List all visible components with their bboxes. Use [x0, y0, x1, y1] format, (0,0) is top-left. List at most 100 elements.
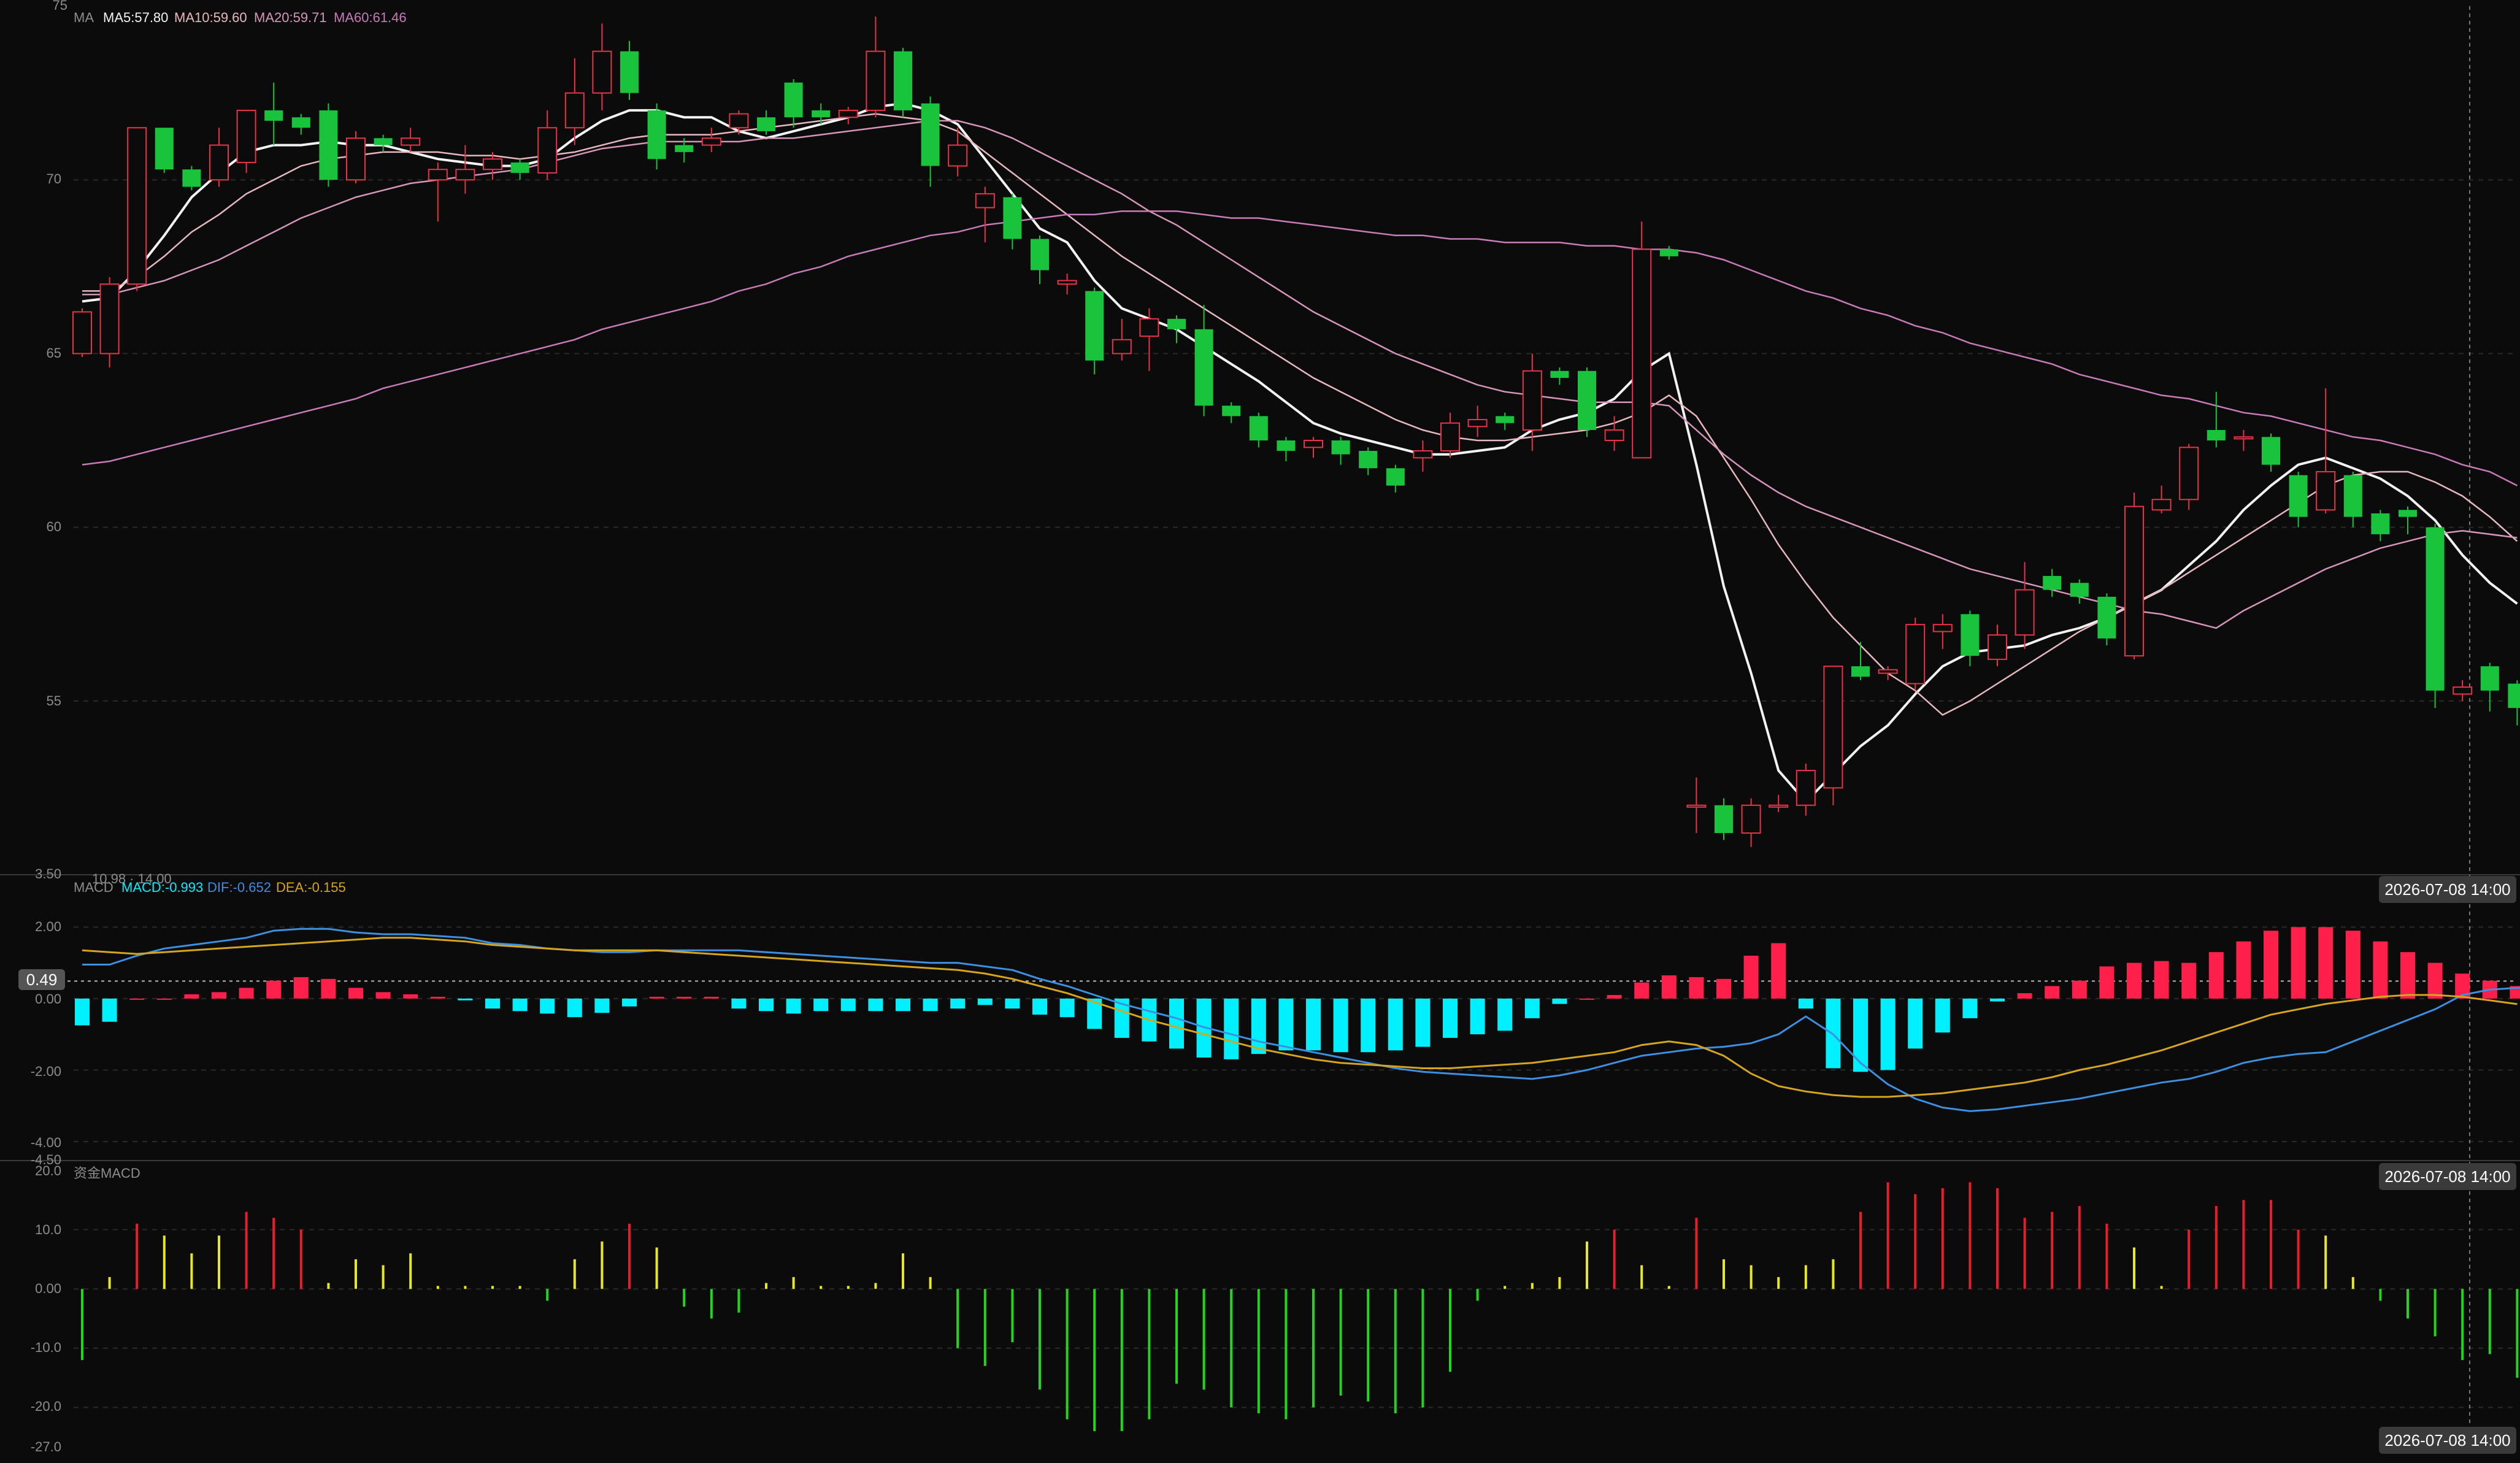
macd-bar [458, 998, 473, 1000]
candle-body [2179, 447, 2199, 501]
macd-y-tick: 3.50 [35, 866, 61, 881]
candle-body [1249, 416, 1268, 440]
candle [1632, 221, 1652, 459]
macd-bar [1908, 998, 1923, 1049]
candle-body [1440, 422, 1460, 451]
macd-bar [2154, 961, 2169, 999]
macd-bar [2208, 952, 2224, 999]
candle [319, 103, 338, 187]
candle-body [155, 128, 174, 170]
candle-body [236, 109, 256, 163]
main-y-tick: 55 [47, 693, 61, 708]
macd-bar [1251, 998, 1266, 1054]
macd-bar [759, 998, 774, 1012]
macd-bar [1716, 978, 1731, 999]
candle-body [1085, 291, 1104, 361]
candle-body [975, 193, 995, 209]
candle [2124, 492, 2144, 659]
candle-body [401, 137, 421, 146]
timestamp-pill-text: 2026-07-08 14:00 [2384, 1167, 2510, 1186]
macd-bar [1880, 998, 1896, 1070]
macd-bar [156, 998, 172, 1000]
candle-body [72, 311, 92, 355]
macd-bar [540, 998, 555, 1014]
macd-bar [677, 996, 692, 999]
reference-value-pill: 0.49 [18, 969, 65, 990]
candle-body [1386, 468, 1405, 486]
macd-bar [2345, 931, 2361, 999]
candle-body [2097, 596, 2116, 639]
candle-body [2399, 510, 2417, 517]
candle-body [1304, 440, 1323, 448]
candle-body [428, 169, 448, 181]
macd-bar [1935, 998, 1950, 1033]
candle-body [620, 51, 639, 93]
macd-bar [1333, 998, 1348, 1053]
macd-bar [1962, 998, 1978, 1018]
macd-bar [649, 996, 664, 999]
candle-body [866, 50, 886, 111]
macd-bar [1798, 998, 1813, 1009]
macd-bar [403, 994, 418, 999]
macd-bar [266, 980, 282, 999]
candle-body [2426, 527, 2445, 691]
candle [99, 277, 120, 368]
candle-body [2289, 475, 2308, 517]
candle-body [1496, 416, 1515, 423]
macd-y-tick: 0.00 [35, 991, 61, 1007]
macd-bar [1415, 998, 1431, 1047]
fund-y-tick: -27.0 [31, 1439, 61, 1454]
macd-bar [485, 998, 500, 1009]
macd-bar [1224, 998, 1239, 1059]
candle-body [1522, 370, 1542, 431]
ma20-legend: MA20:59.71 [254, 10, 327, 25]
candle-body [319, 110, 338, 180]
macd-bar [868, 998, 883, 1012]
macd-legend-label: MACD [74, 880, 113, 895]
candle-body [1578, 371, 1596, 431]
macd-bar [2373, 941, 2388, 999]
candle-body [99, 283, 120, 355]
candle-body [2124, 505, 2144, 657]
candle [2097, 593, 2116, 646]
macd-bar [2127, 962, 2142, 999]
macd-bar [2400, 952, 2415, 999]
macd-bar [786, 998, 801, 1014]
macd-bar [1634, 982, 1650, 999]
macd-bar [1306, 998, 1321, 1051]
macd-bar [1990, 998, 2005, 1002]
macd-bar [1388, 998, 1403, 1051]
main-y-tick: 70 [47, 171, 61, 186]
candle-body [2015, 589, 2035, 636]
candle-body [2371, 513, 2390, 534]
macd-bar [1524, 998, 1540, 1018]
candle-body [564, 92, 585, 129]
candle-body [2070, 583, 2089, 597]
candle-body [757, 117, 775, 131]
timestamp-pill-text: 2026-07-08 14:00 [2384, 880, 2510, 899]
candle-body [2151, 499, 2172, 511]
candle-body [1467, 419, 1488, 428]
fund-y-tick: -20.0 [31, 1399, 61, 1414]
fund-y-tick: 10.0 [35, 1222, 61, 1237]
dea-legend: DEA:-0.155 [276, 880, 346, 895]
macd-value-legend: MACD:-0.993 [121, 880, 203, 895]
main-y-tick: 75 [53, 0, 67, 13]
main-legend-label: MA [74, 10, 94, 25]
candle-body [1057, 280, 1077, 285]
candle-body [510, 162, 529, 173]
macd-bar [1032, 998, 1047, 1015]
macd-bar [75, 998, 90, 1026]
macd-bar [594, 998, 610, 1013]
macd-bar [1689, 977, 1704, 999]
candle-body [2453, 686, 2473, 695]
candle [182, 166, 201, 191]
macd-y-tick: 2.00 [35, 919, 61, 934]
timestamp-pill-text: 2026-07-08 14:00 [2384, 1431, 2510, 1450]
dif-legend: DIF:-0.652 [207, 880, 271, 895]
macd-bar [2017, 993, 2032, 999]
macd-bar [1497, 998, 1513, 1031]
candle-body [264, 110, 283, 121]
candle-body [2316, 470, 2336, 511]
macd-bar [2072, 980, 2087, 999]
